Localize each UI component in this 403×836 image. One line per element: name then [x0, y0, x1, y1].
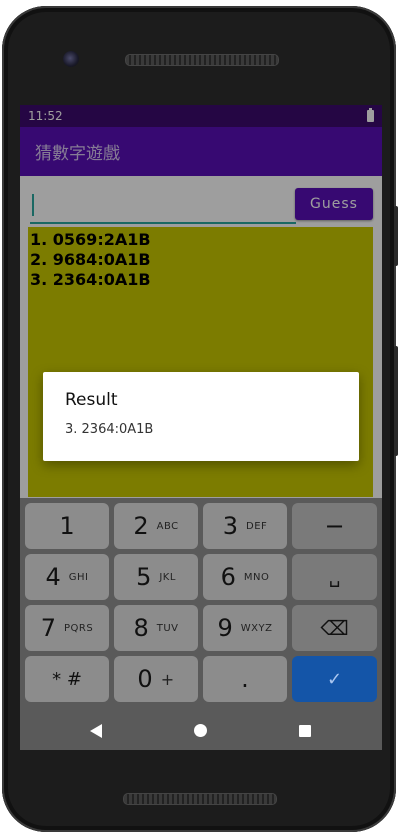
- result-dialog: Result 3. 2364:0A1B: [43, 372, 359, 461]
- key-2[interactable]: 2 ABC: [114, 503, 198, 549]
- power-button: [394, 206, 398, 266]
- key-star-hash[interactable]: * #: [25, 656, 109, 702]
- space-icon: ␣: [328, 566, 341, 588]
- key-8[interactable]: 8 TUV: [114, 605, 198, 651]
- navigation-bar: [20, 710, 382, 750]
- backspace-key[interactable]: ⌫: [292, 605, 377, 651]
- key-dot[interactable]: .: [203, 656, 287, 702]
- screen: 11:52 猜數字遊戲 Guess 1. 0569:2A1B 2. 9684:0…: [20, 105, 382, 750]
- minus-key[interactable]: −: [292, 503, 377, 549]
- backspace-icon: ⌫: [320, 616, 349, 640]
- key-5[interactable]: 5 JKL: [114, 554, 198, 600]
- bottom-speaker: [123, 793, 277, 805]
- front-camera: [63, 51, 79, 67]
- top-speaker: [125, 54, 279, 66]
- recents-icon[interactable]: [299, 725, 311, 737]
- dialog-message: 3. 2364:0A1B: [65, 422, 154, 437]
- volume-button: [394, 346, 398, 456]
- home-icon[interactable]: [194, 724, 207, 737]
- key-9[interactable]: 9 WXYZ: [203, 605, 287, 651]
- check-icon: ✓: [326, 668, 343, 690]
- space-key[interactable]: ␣: [292, 554, 377, 600]
- key-0[interactable]: 0 +: [114, 656, 198, 702]
- phone-frame: 11:52 猜數字遊戲 Guess 1. 0569:2A1B 2. 9684:0…: [2, 6, 398, 832]
- key-3[interactable]: 3 DEF: [203, 503, 287, 549]
- key-6[interactable]: 6 MNO: [203, 554, 287, 600]
- key-7[interactable]: 7 PQRS: [25, 605, 109, 651]
- enter-key[interactable]: ✓: [292, 656, 377, 702]
- key-1[interactable]: 1: [25, 503, 109, 549]
- numeric-keyboard: 1 2 ABC 3 DEF − 4 GHI 5 JKL 6 MNO ␣ 7 PQ…: [20, 498, 382, 710]
- back-icon[interactable]: [90, 724, 102, 738]
- key-4[interactable]: 4 GHI: [25, 554, 109, 600]
- dialog-title: Result: [65, 390, 118, 410]
